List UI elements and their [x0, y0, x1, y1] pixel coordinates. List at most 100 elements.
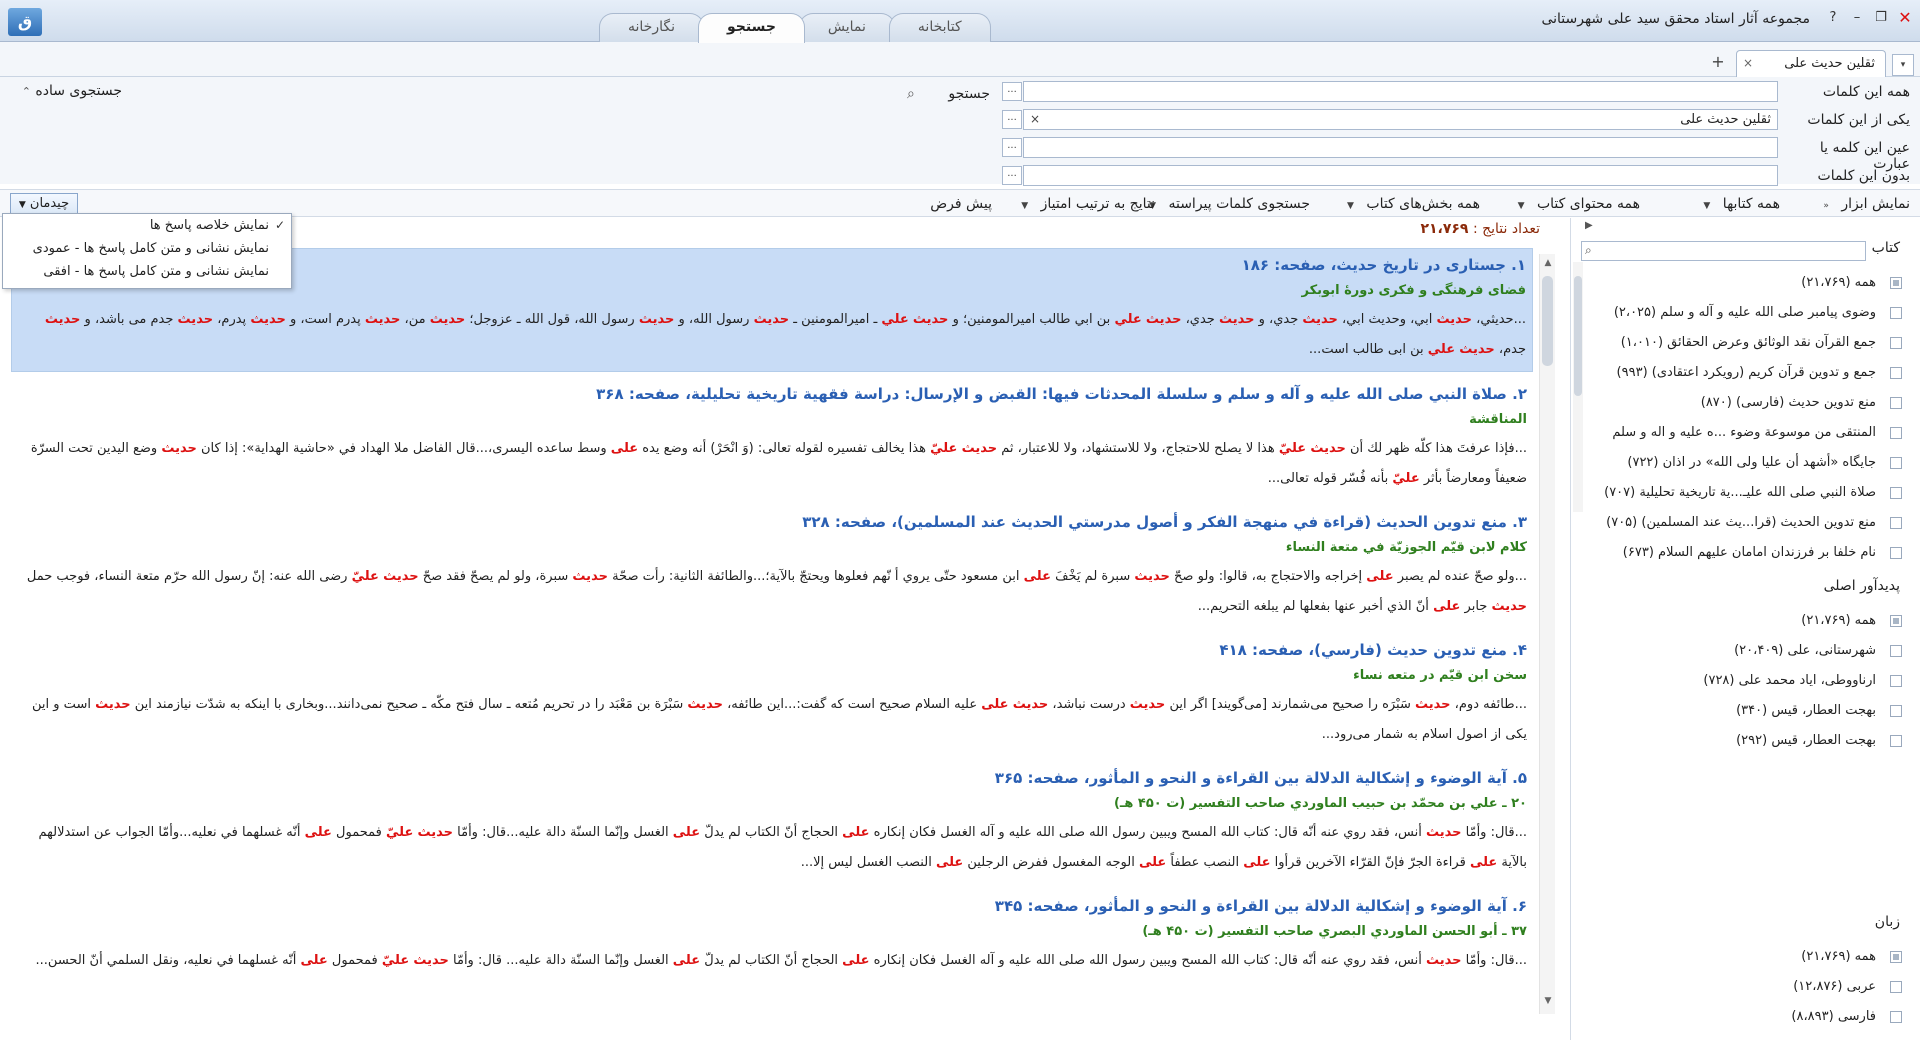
checkbox[interactable] — [1890, 307, 1902, 319]
facet-item[interactable]: عربی (۱۲،۸۷۶) — [1577, 972, 1902, 1002]
simple-search-label: جستجوی ساده — [35, 83, 122, 99]
checkbox[interactable] — [1890, 517, 1902, 529]
show-tools-button[interactable]: نمایش ابزار « — [1823, 193, 1910, 215]
menu-item-summary[interactable]: ✓ نمایش خلاصه پاسخ ها — [3, 214, 291, 237]
checkbox[interactable] — [1890, 735, 1902, 747]
results-scrollbar[interactable]: ▲ ▼ — [1539, 254, 1555, 1014]
checkbox[interactable] — [1890, 675, 1902, 687]
checkbox[interactable] — [1890, 951, 1902, 963]
close-icon[interactable]: ✕ — [1896, 8, 1914, 28]
chevron-left-icon: « — [1823, 201, 1829, 211]
result-title[interactable]: ۴. منع تدوين حديث (فارسي)، صفحه: ۴۱۸ — [19, 638, 1527, 662]
more-options-button[interactable]: ... — [1002, 82, 1022, 101]
checkbox[interactable] — [1890, 615, 1902, 627]
result-item[interactable]: ۵. آية الوضوء و إشكالية الدلالة بين القر… — [11, 762, 1533, 884]
checkbox[interactable] — [1890, 277, 1902, 289]
facet-item[interactable]: منع تدوین حدیث (فارسی) (۸۷۰) — [1577, 388, 1902, 418]
menu-item-vertical[interactable]: نمایش نشانی و متن کامل پاسخ ها - عمودی — [3, 237, 291, 260]
close-tab-icon[interactable]: × — [1743, 51, 1753, 76]
tab-gallery[interactable]: نگارخانه — [599, 13, 704, 42]
chevron-down-icon: ▼ — [1703, 201, 1711, 211]
more-options-button[interactable]: ... — [1002, 166, 1022, 185]
tab-search[interactable]: جستجو — [697, 13, 805, 43]
checkbox[interactable] — [1890, 427, 1902, 439]
tab-library[interactable]: کتابخانه — [888, 13, 991, 42]
facet-item[interactable]: جمع و تدوین قرآن کریم (رویکرد اعتقادی) (… — [1577, 358, 1902, 388]
result-snippet: ...قال: وأمّا حديث أنس، فقد روي عنه أنّه… — [35, 953, 1527, 968]
result-item[interactable]: ۶. آية الوضوء و إشكالية الدلالة بين القر… — [11, 890, 1533, 982]
checkbox[interactable] — [1890, 645, 1902, 657]
result-title[interactable]: ۵. آية الوضوء و إشكالية الدلالة بين القر… — [19, 766, 1527, 790]
search-icon: ⌕ — [907, 86, 915, 102]
default-button[interactable]: پیش فرض — [930, 193, 992, 215]
simple-search-toggle[interactable]: جستجوی ساده ⌃ — [12, 83, 122, 99]
more-options-button[interactable]: ... — [1002, 110, 1022, 129]
sort-label: نتایج به ترتیب امتیاز — [1040, 196, 1155, 212]
sort-dropdown[interactable]: نتایج به ترتیب امتیاز ▼ — [1021, 193, 1155, 215]
checkbox[interactable] — [1890, 705, 1902, 717]
checkbox[interactable] — [1890, 457, 1902, 469]
facet-item[interactable]: شهرستانی، علی (۲۰،۴۰۹) — [1577, 636, 1902, 666]
facet-item[interactable]: صلاة النبي صلی الله عليـ...ية تاريخية تح… — [1577, 478, 1902, 508]
check-icon: ✓ — [274, 218, 285, 232]
facet-item[interactable]: ارناووطی، ایاد محمد علی (۷۲۸) — [1577, 666, 1902, 696]
restore-icon[interactable]: ❐ — [1872, 8, 1890, 28]
checkbox[interactable] — [1890, 981, 1902, 993]
any-word-input[interactable]: ثقلین حدیث علی × — [1023, 109, 1778, 130]
facet-item[interactable]: المنتقی من موسوعة وضوء ...ه علیه و اله و… — [1577, 418, 1902, 448]
checkbox[interactable] — [1890, 487, 1902, 499]
menu-item-horizontal[interactable]: نمایش نشانی و متن کامل پاسخ ها - افقی — [3, 260, 291, 283]
facet-item[interactable]: بهجت العطار، قیس (۳۴۰) — [1577, 696, 1902, 726]
checkbox[interactable] — [1890, 367, 1902, 379]
facet-item[interactable]: همه (۲۱،۷۶۹) — [1577, 942, 1902, 972]
document-tab-strip: ▾ ثقلین حدیث علی × + — [0, 42, 1920, 77]
search-button[interactable]: جستجو ⌕ — [905, 83, 990, 105]
scroll-thumb[interactable] — [1542, 276, 1553, 366]
add-tab-icon[interactable]: + — [1708, 52, 1728, 72]
result-item[interactable]: ۲. صلاة النبي صلی الله عليه و آله و سلم … — [11, 378, 1533, 500]
result-snippet: ...طائفه دوم، حديث سَبْرَه را صحيح می‌شم… — [32, 697, 1527, 742]
all-words-input[interactable] — [1023, 81, 1778, 102]
result-title[interactable]: ۶. آية الوضوء و إشكالية الدلالة بين القر… — [19, 894, 1527, 918]
facet-search-input[interactable]: ⌕ — [1581, 241, 1866, 261]
all-books-dropdown[interactable]: همه کتابها ▼ — [1703, 193, 1780, 215]
more-options-button[interactable]: ... — [1002, 138, 1022, 157]
facet-item-label: فارسی (۸،۸۹۳) — [1791, 1009, 1876, 1024]
checkbox[interactable] — [1890, 547, 1902, 559]
scroll-up-icon[interactable]: ▲ — [1542, 258, 1554, 272]
result-title[interactable]: ۲. صلاة النبي صلی الله عليه و آله و سلم … — [19, 382, 1527, 406]
facet-item[interactable]: فارسی (۸،۸۹۳) — [1577, 1002, 1902, 1032]
checkbox[interactable] — [1890, 337, 1902, 349]
result-item[interactable]: ۴. منع تدوين حديث (فارسي)، صفحه: ۴۱۸ سخن… — [11, 634, 1533, 756]
search-document-tab[interactable]: ثقلین حدیث علی × — [1736, 50, 1886, 77]
without-words-input[interactable] — [1023, 165, 1778, 186]
facet-item[interactable]: جمع القرآن نقد الوثائق وعرض الحقائق (۱،۰… — [1577, 328, 1902, 358]
arrange-button[interactable]: چیدمان ▼ — [10, 193, 78, 215]
result-item[interactable]: ۳. منع تدوين الحديث (قراءة في منهجة الفك… — [11, 506, 1533, 628]
chevron-down-icon[interactable]: ▾ — [1892, 54, 1914, 76]
tab-view[interactable]: نمایش — [798, 13, 895, 42]
facet-item[interactable]: منع تدوين الحديث (قرا...يث عند المسلمين)… — [1577, 508, 1902, 538]
result-title[interactable]: ۳. منع تدوين الحديث (قراءة في منهجة الفك… — [19, 510, 1527, 534]
facet-item[interactable]: همه (۲۱،۷۶۹) — [1577, 268, 1902, 298]
clear-icon[interactable]: × — [1030, 110, 1040, 129]
facet-item[interactable]: بهجت العطار، قیس (۲۹۲) — [1577, 726, 1902, 756]
minimize-icon[interactable]: – — [1848, 8, 1866, 28]
word-search-dropdown[interactable]: جستجوی کلمات پیراسته ▼ — [1149, 193, 1310, 215]
facet-item[interactable]: وضوی پیامبر صلی الله علیه و آله و سلم (۲… — [1577, 298, 1902, 328]
checkbox[interactable] — [1890, 1011, 1902, 1023]
app-logo-icon[interactable]: ق — [8, 8, 42, 36]
result-snippet: ...حديثي، حديث ابي، وحديث ابي، حديث جدي،… — [44, 312, 1526, 357]
expand-panel-icon[interactable]: ▶ — [1585, 220, 1593, 231]
scroll-down-icon[interactable]: ▼ — [1542, 996, 1554, 1010]
exact-phrase-input[interactable] — [1023, 137, 1778, 158]
chevron-down-icon: ▼ — [18, 200, 26, 210]
help-icon[interactable]: ? — [1824, 8, 1842, 28]
facet-item[interactable]: نام خلفا بر فرزندان امامان علیهم السلام … — [1577, 538, 1902, 568]
checkbox[interactable] — [1890, 397, 1902, 409]
all-sections-dropdown[interactable]: همه بخش‌های کتاب ▼ — [1347, 193, 1480, 215]
facet-item[interactable]: جایگاه «أشهد أن علیا ولی الله» در اذان (… — [1577, 448, 1902, 478]
facet-item[interactable]: همه (۲۱،۷۶۹) — [1577, 606, 1902, 636]
facet-title-authors: پدیدآور اصلی — [1823, 578, 1900, 594]
all-content-dropdown[interactable]: همه محتوای کتاب ▼ — [1518, 193, 1640, 215]
